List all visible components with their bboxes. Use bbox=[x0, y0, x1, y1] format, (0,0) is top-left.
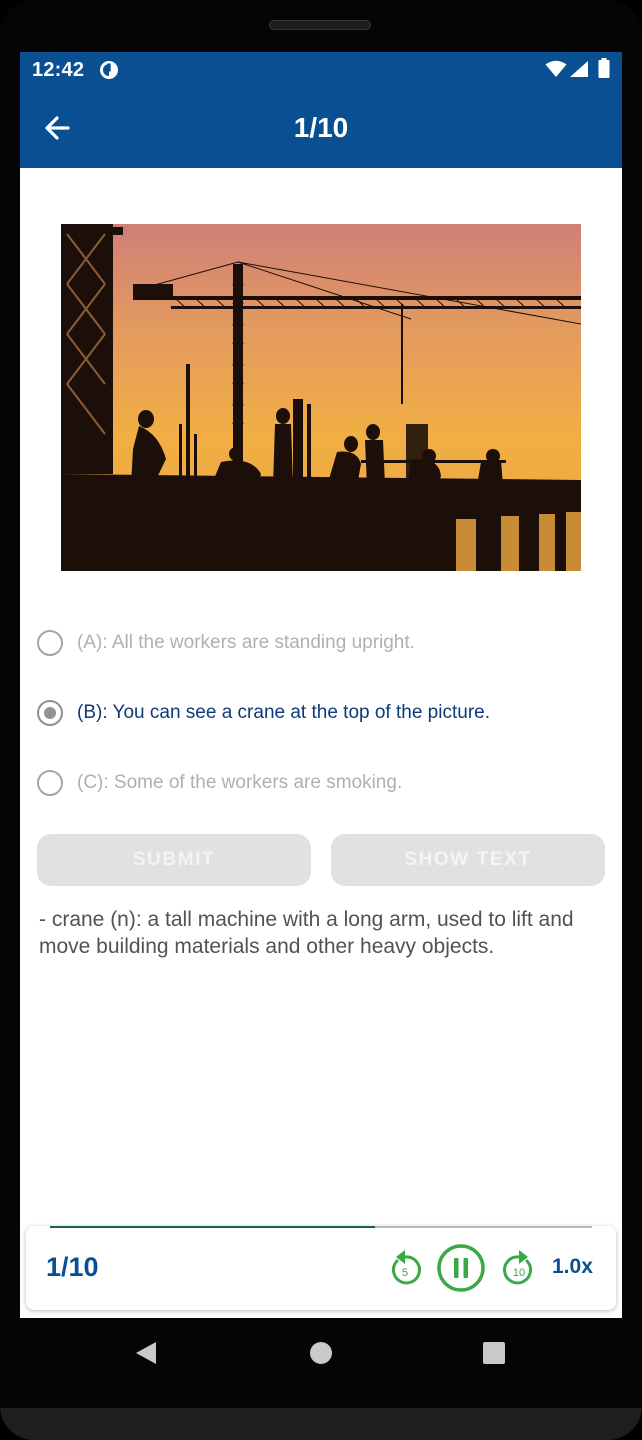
audio-player: 1/10 5 10 1.0x bbox=[26, 1226, 616, 1310]
phone-bottom-bezel bbox=[0, 1408, 642, 1440]
submit-button[interactable]: SUBMIT bbox=[37, 834, 311, 886]
home-circle-icon[interactable] bbox=[309, 1341, 333, 1365]
notification-icon bbox=[100, 61, 118, 79]
option-c[interactable]: (C): Some of the workers are smoking. bbox=[37, 768, 597, 804]
option-b-radio[interactable] bbox=[37, 700, 63, 726]
forward-seconds-label: 10 bbox=[513, 1267, 525, 1279]
page-title: 1/10 bbox=[293, 112, 349, 143]
option-b[interactable]: (B): You can see a crane at the top of t… bbox=[37, 698, 597, 734]
earpiece-speaker bbox=[269, 20, 371, 30]
rewind-seconds-label: 5 bbox=[402, 1267, 408, 1279]
show-text-button[interactable]: SHOW TEXT bbox=[331, 834, 605, 886]
player-track-count: 1/10 bbox=[46, 1252, 99, 1282]
battery-icon bbox=[598, 58, 610, 78]
replay-5-icon: 5 bbox=[392, 1250, 421, 1285]
option-b-label: (B): You can see a crane at the top of t… bbox=[77, 702, 490, 723]
audio-progress-bar[interactable] bbox=[50, 1226, 592, 1228]
content-area: (A): All the workers are standing uprigh… bbox=[20, 168, 622, 1318]
audio-progress-fill bbox=[50, 1226, 376, 1228]
screen: 12:42 1/10 (A): All the workers are stan… bbox=[20, 52, 622, 1318]
back-triangle-icon[interactable] bbox=[134, 1340, 158, 1366]
status-bar: 12:42 bbox=[20, 52, 622, 88]
system-nav-bar bbox=[0, 1318, 642, 1390]
playback-speed[interactable]: 1.0x bbox=[552, 1255, 593, 1279]
option-a-label: (A): All the workers are standing uprigh… bbox=[77, 632, 415, 653]
phone-frame: 12:42 1/10 (A): All the workers are stan… bbox=[0, 0, 642, 1440]
construction-site-image bbox=[61, 224, 581, 571]
rewind-5-button[interactable]: 5 bbox=[386, 1248, 424, 1288]
wifi-icon bbox=[545, 60, 567, 77]
app-bar: 1/10 bbox=[20, 88, 622, 168]
question-image bbox=[61, 224, 581, 571]
option-c-radio[interactable] bbox=[37, 770, 63, 796]
status-time: 12:42 bbox=[32, 59, 85, 81]
pause-icon bbox=[437, 1244, 485, 1292]
pause-button[interactable] bbox=[436, 1243, 486, 1293]
forward-10-button[interactable]: 10 bbox=[500, 1248, 538, 1288]
recents-square-icon[interactable] bbox=[483, 1342, 505, 1364]
option-c-label: (C): Some of the workers are smoking. bbox=[77, 772, 403, 793]
vocabulary-definition: - crane (n): a tall machine with a long … bbox=[39, 908, 574, 958]
option-a[interactable]: (A): All the workers are standing uprigh… bbox=[37, 628, 597, 664]
forward-10-icon: 10 bbox=[503, 1250, 532, 1285]
option-a-radio[interactable] bbox=[37, 630, 63, 656]
radio-selected-dot bbox=[44, 707, 56, 719]
signal-icon bbox=[570, 61, 588, 77]
